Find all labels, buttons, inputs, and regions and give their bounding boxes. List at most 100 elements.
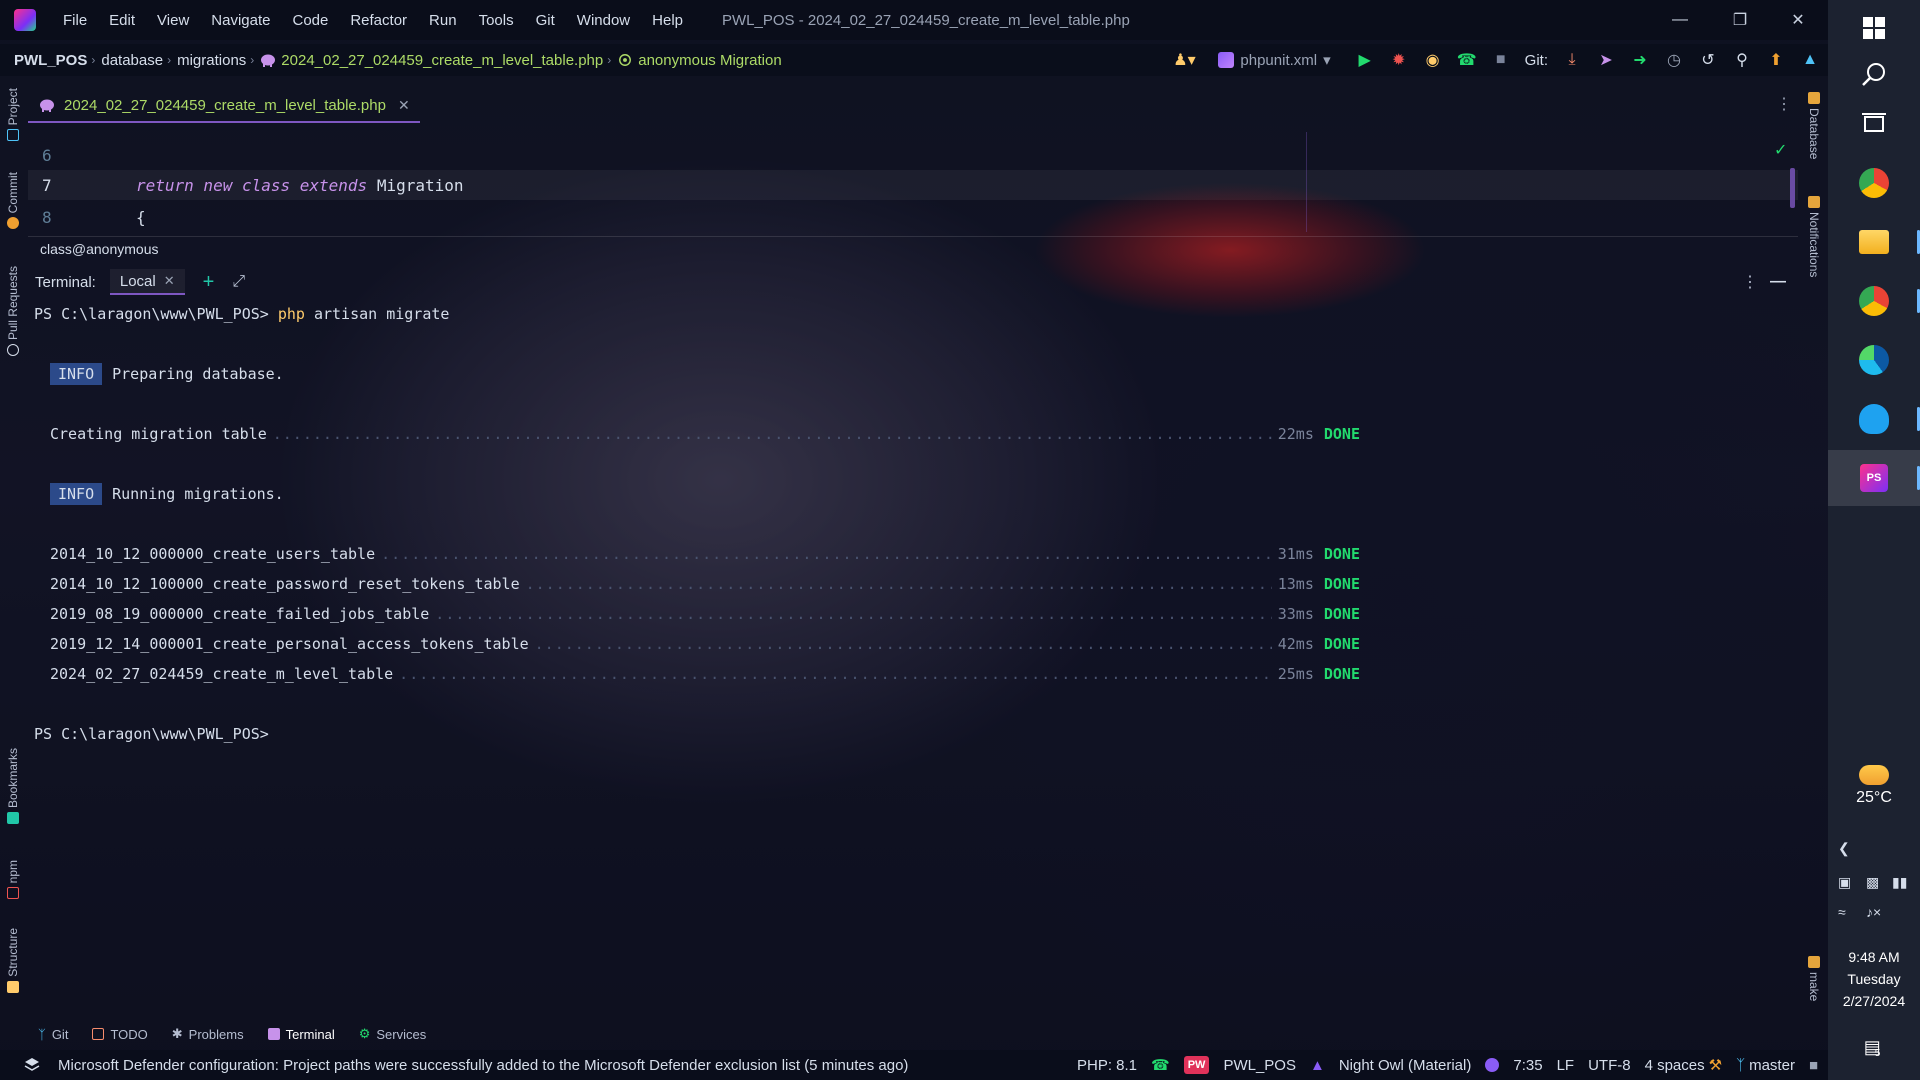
history-icon[interactable]: ◷ [1664,50,1684,70]
indent-setting[interactable]: 4 spaces [1645,1057,1705,1074]
more-options-icon[interactable]: ⋮ [1742,272,1758,292]
code-breadcrumb[interactable]: class@anonymous [28,236,1798,262]
volume-muted-icon[interactable]: ♪× [1866,904,1881,920]
tab-terminal[interactable]: Terminal [258,1022,345,1046]
bug-icon: ✱ [171,1026,183,1041]
battery-icon[interactable]: ▮▮ [1892,874,1907,891]
menu-code[interactable]: Code [281,12,339,29]
git-push-icon[interactable]: ➜ [1630,50,1650,70]
update-icon[interactable]: ⬆ [1766,50,1786,70]
project-tool-button[interactable]: Project [3,88,23,142]
debug-icon[interactable]: ✹ [1389,50,1409,70]
breadcrumb-project[interactable]: PWL_POS [14,52,87,69]
make-tool-button[interactable]: make [1804,956,1824,1001]
structure-tool-button[interactable]: Structure [3,928,23,993]
close-window-button[interactable]: ✕ [1768,0,1828,40]
search-button[interactable] [1828,46,1920,102]
menu-help[interactable]: Help [641,12,694,29]
window-title: PWL_POS - 2024_02_27_024459_create_m_lev… [722,11,1130,29]
breadcrumb-file[interactable]: 2024_02_27_024459_create_m_level_table.p… [281,52,603,69]
menu-navigate[interactable]: Navigate [200,12,281,29]
project-name[interactable]: PWL_POS [1223,1057,1296,1074]
close-icon[interactable]: ✕ [164,273,175,289]
editor-scrollbar[interactable] [1790,168,1795,208]
menu-run[interactable]: Run [418,12,468,29]
layers-icon[interactable] [24,1057,40,1073]
edge-app[interactable] [1828,332,1920,388]
restore-button[interactable]: ❐ [1710,0,1770,40]
terminal-title: Terminal: [35,273,96,291]
chrome-app[interactable] [1828,155,1920,211]
phpstorm-logo-icon[interactable] [14,9,36,31]
inspection-ok-icon[interactable]: ✓ [1774,140,1787,160]
caret-position[interactable]: 7:35 [1513,1057,1542,1074]
git-update-icon[interactable]: ⤓ [1562,50,1582,70]
git-branch[interactable]: master [1749,1057,1795,1074]
jetbrains-ai-icon[interactable]: ▲ [1800,50,1820,70]
phpstorm-app[interactable]: PS [1828,450,1920,506]
add-terminal-icon[interactable]: + [203,271,215,294]
git-label: Git: [1524,51,1548,69]
tab-problems-label: Problems [188,1026,244,1042]
file-encoding[interactable]: UTF-8 [1588,1057,1631,1074]
chrome-profile-app[interactable] [1828,273,1920,329]
commit-tool-button[interactable]: Commit [3,172,23,230]
close-icon[interactable]: ✕ [398,97,410,114]
breadcrumb-class[interactable]: anonymous Migration [638,52,781,69]
system-clock[interactable]: 9:48 AM Tuesday 2/27/2024 [1828,946,1920,1012]
breadcrumb-database[interactable]: database [101,52,163,69]
more-options-icon[interactable]: ⋮ [1776,94,1792,114]
file-explorer-app[interactable] [1828,214,1920,270]
tab-todo[interactable]: TODO [82,1022,157,1046]
task-view-button[interactable] [1828,96,1920,152]
lock-icon[interactable]: ■ [1809,1057,1818,1074]
services-icon: ⚙ [358,1026,371,1041]
menu-view[interactable]: View [146,12,200,29]
search-icon[interactable]: ⚲ [1732,50,1752,70]
phone-icon[interactable]: ☎ [1151,1056,1170,1074]
run-configuration-select[interactable]: phpunit.xml ▾ [1208,47,1340,73]
meet-now-icon[interactable]: ▣ [1838,874,1851,891]
display-icon[interactable]: ▩ [1866,874,1879,891]
listen-debug-icon[interactable]: ☎ [1457,50,1477,70]
line-separator[interactable]: LF [1557,1057,1575,1074]
code-editor[interactable]: 6 7 return new class extends Migration 8… [28,140,1798,236]
stop-icon[interactable]: ■ [1491,50,1511,70]
chevron-left-icon[interactable]: ❮ [1838,840,1850,857]
tab-services[interactable]: ⚙ Services [349,1022,437,1046]
menu-file[interactable]: File [52,12,98,29]
database-tool-button[interactable]: Database [1804,92,1824,159]
menu-edit[interactable]: Edit [98,12,146,29]
run-icon[interactable]: ▶ [1355,50,1375,70]
tab-problems[interactable]: ✱ Problems [162,1022,254,1046]
terminal-tab-local[interactable]: Local ✕ [109,269,185,295]
hide-panel-icon[interactable]: — [1770,273,1786,291]
php-version[interactable]: PHP: 8.1 [1077,1057,1137,1074]
menu-refactor[interactable]: Refactor [339,12,418,29]
terminal-info-line: INFO Preparing database. [50,362,284,386]
laragon-app[interactable] [1828,391,1920,447]
editor-tab-active[interactable]: 2024_02_27_024459_create_m_level_table.p… [28,89,420,123]
status-message[interactable]: Microsoft Defender configuration: Projec… [58,1057,908,1074]
minimize-button[interactable]: — [1650,0,1710,40]
npm-tool-button[interactable]: npm [3,860,23,900]
notification-center-button[interactable]: ▤ 5 [1854,1032,1890,1062]
menu-tools[interactable]: Tools [468,12,525,29]
bookmarks-tool-button[interactable]: Bookmarks [3,748,23,825]
expand-icon[interactable]: ⤢ [232,273,245,291]
users-icon[interactable]: ♟▾ [1173,50,1195,70]
menu-window[interactable]: Window [566,12,641,29]
weather-widget[interactable]: 25°C [1828,765,1920,807]
menu-git[interactable]: Git [525,12,566,29]
git-commit-icon[interactable]: ➤ [1596,50,1616,70]
wifi-icon[interactable]: ≈ [1838,904,1846,920]
anonymous-class-icon [619,54,632,66]
notifications-tool-button[interactable]: Notifications [1804,196,1824,277]
coverage-icon[interactable]: ◉ [1423,50,1443,70]
tab-git[interactable]: ᛉ Git [28,1022,78,1046]
theme-name[interactable]: Night Owl (Material) [1339,1057,1472,1074]
breadcrumb-migrations[interactable]: migrations [177,52,246,69]
pull-requests-tool-button[interactable]: Pull Requests [3,266,23,357]
rollback-icon[interactable]: ↺ [1698,50,1718,70]
ai-assistant-icon[interactable] [1485,1058,1500,1072]
